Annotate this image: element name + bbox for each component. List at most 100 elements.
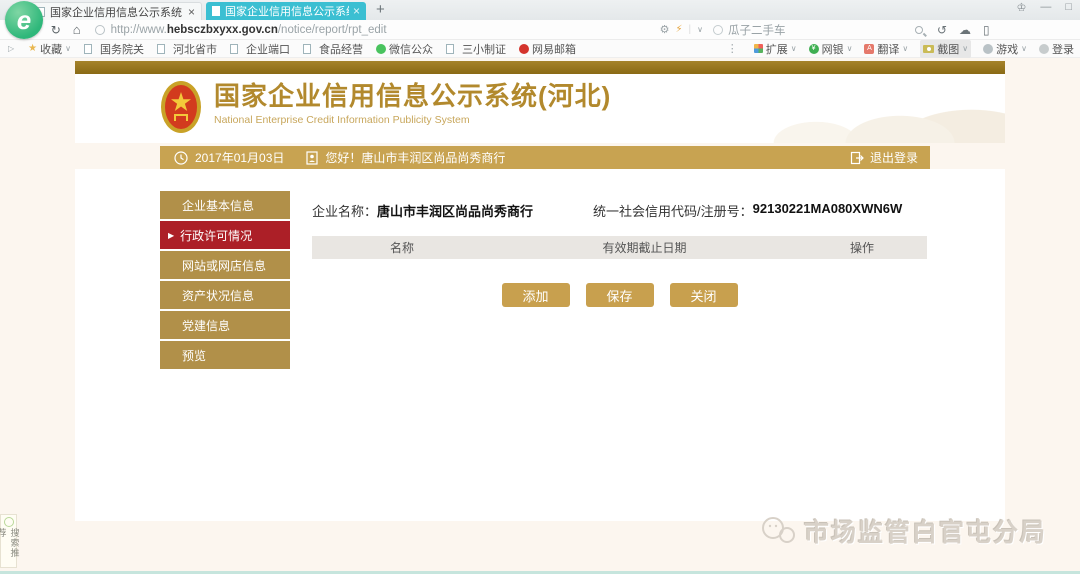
page-icon xyxy=(212,6,220,16)
site-title: 国家企业信用信息公示系统(河北) xyxy=(214,80,611,112)
tab-title: 国家企业信用信息公示系统 xyxy=(50,4,184,20)
url-domain: hebsczbxyxx.gov.cn xyxy=(167,24,278,36)
url-path: /notice/report/rpt_edit xyxy=(278,24,387,36)
tool-label: 截图 xyxy=(937,41,959,57)
widget-icon xyxy=(4,517,14,527)
bookmark-item-wechat[interactable]: 微信公众 xyxy=(376,41,433,57)
bookmarks-bar: ▷ ★ 收藏 ∨ 国务院关 河北省市 企业端口 食品经营 微信公众 三小制证 xyxy=(0,40,1080,58)
feedback-icon[interactable]: ♔ xyxy=(1016,1,1026,14)
browser-tab-inactive[interactable]: 国家企业信用信息公示系统 × xyxy=(30,2,202,20)
search-suggest-widget[interactable]: 搜索推荐 xyxy=(0,514,17,568)
wechat-icon xyxy=(376,44,386,54)
add-button[interactable]: 添加 xyxy=(502,283,570,307)
company-name-value: 唐山市丰润区尚品尚秀商行 xyxy=(377,201,533,220)
user-greeting: 您好！唐山市丰润区尚品尚秀商行 xyxy=(325,149,505,166)
new-tab-button[interactable]: + xyxy=(376,1,385,18)
search-input[interactable]: 瓜子二手车 xyxy=(728,22,786,38)
logout-button[interactable]: 退出登录 xyxy=(850,149,918,166)
sidebar-item-website-info[interactable]: 网站或网店信息 xyxy=(160,251,290,279)
bookmark-item-mail[interactable]: 网易邮箱 xyxy=(519,41,576,57)
page-header: 国家企业信用信息公示系统(河北) National Enterprise Cre… xyxy=(75,74,1005,143)
site-brand: 国家企业信用信息公示系统(河北) National Enterprise Cre… xyxy=(160,80,611,136)
wechat-watermark-icon xyxy=(760,516,798,546)
bookmark-item[interactable]: 国务院关 xyxy=(84,41,144,57)
page-top-bar xyxy=(75,61,1005,74)
chevron-down-icon: ∨ xyxy=(902,44,908,53)
url-protocol: http://www. xyxy=(111,24,167,36)
home-button[interactable]: ⌂ xyxy=(73,23,81,36)
brand-text: 国家企业信用信息公示系统(河北) National Enterprise Cre… xyxy=(214,80,611,126)
exit-icon xyxy=(850,151,864,165)
bookmark-item[interactable]: 三小制证 xyxy=(446,41,506,57)
page-icon xyxy=(84,44,92,54)
address-bar[interactable]: http://www. hebsczbxyxx.gov.cn /notice/r… xyxy=(95,24,590,36)
column-header-expiry: 有效期截止日期 xyxy=(492,239,797,256)
sidebar-item-party-info[interactable]: 党建信息 xyxy=(160,311,290,339)
favorites-label: 收藏 xyxy=(40,41,62,57)
site-subtitle: National Enterprise Credit Information P… xyxy=(214,114,611,126)
page-icon xyxy=(230,44,238,54)
screenshot-button[interactable]: 截图 ∨ xyxy=(920,40,971,58)
mobile-icon[interactable]: ▯ xyxy=(983,23,990,37)
extensions-button[interactable]: 扩展 ∨ xyxy=(754,41,797,57)
sidebar-item-label: 党建信息 xyxy=(182,317,230,334)
chevron-down-icon: ∨ xyxy=(791,44,797,53)
search-icon[interactable] xyxy=(915,26,923,34)
sidebar-item-asset-info[interactable]: 资产状况信息 xyxy=(160,281,290,309)
browser-toolbar-right: ⋮ 扩展 ∨ ¥ 网银 ∨ A 翻译 ∨ 截图 ∨ xyxy=(727,40,1074,58)
games-icon xyxy=(983,44,993,54)
company-info-row: 企业名称： 唐山市丰润区尚品尚秀商行 统一社会信用代码/注册号： 9213022… xyxy=(312,201,1005,220)
tool-label: 翻译 xyxy=(877,41,899,57)
more-dots-icon[interactable]: ⋮ xyxy=(727,42,738,55)
search-engine-icon xyxy=(713,25,723,35)
translate-button[interactable]: A 翻译 ∨ xyxy=(864,41,908,57)
maximize-button[interactable]: □ xyxy=(1065,1,1072,14)
page-icon xyxy=(303,44,311,54)
sidebar-item-basic-info[interactable]: 企业基本信息 xyxy=(160,191,290,219)
browser-tab-active[interactable]: 国家企业信用信息公示系统 × xyxy=(206,2,366,20)
chevron-down-icon: ∨ xyxy=(65,44,71,53)
gear-icon[interactable]: ⚙ xyxy=(660,23,670,36)
browser-logo-icon[interactable]: e xyxy=(5,1,43,39)
close-icon[interactable]: × xyxy=(188,5,195,19)
speed-mode-icon[interactable]: ⚡ xyxy=(675,24,682,35)
sidebar-item-admin-license[interactable]: ▶ 行政许可情况 xyxy=(160,221,290,249)
browser-actions: ↺ ☁ ▯ xyxy=(937,23,990,37)
bookmark-item[interactable]: 河北省市 xyxy=(157,41,217,57)
bookmark-item[interactable]: 食品经营 xyxy=(303,41,363,57)
bank-button[interactable]: ¥ 网银 ∨ xyxy=(809,41,853,57)
sidebar-item-label: 资产状况信息 xyxy=(182,287,254,304)
minimize-button[interactable]: — xyxy=(1040,1,1051,14)
widget-label: 搜索推荐 xyxy=(0,528,22,567)
expand-icon[interactable]: ▷ xyxy=(8,44,14,53)
page-viewport: 国家企业信用信息公示系统(河北) National Enterprise Cre… xyxy=(0,58,1080,571)
sidebar-item-label: 预览 xyxy=(182,347,206,364)
chevron-down-icon[interactable]: ∨ xyxy=(697,25,703,34)
bookmark-label: 企业端口 xyxy=(246,41,290,57)
bookmark-label: 微信公众 xyxy=(389,41,433,57)
action-buttons: 添加 保存 关闭 xyxy=(312,283,927,307)
divider: | xyxy=(689,24,692,35)
credit-code-value: 92130221MA080XWN6W xyxy=(753,201,903,220)
close-button[interactable]: 关闭 xyxy=(670,283,738,307)
star-icon: ★ xyxy=(28,43,37,54)
translate-icon: A xyxy=(864,44,874,54)
undo-close-icon[interactable]: ↺ xyxy=(937,23,947,37)
refresh-button[interactable]: ↻ xyxy=(51,24,61,36)
close-icon[interactable]: × xyxy=(353,4,360,18)
login-button[interactable]: 登录 xyxy=(1039,41,1074,57)
bookmark-label: 食品经营 xyxy=(319,41,363,57)
sidebar-item-label: 企业基本信息 xyxy=(182,197,254,214)
search-box[interactable]: 瓜子二手车 xyxy=(713,22,923,38)
games-button[interactable]: 游戏 ∨ xyxy=(983,41,1027,57)
logout-label: 退出登录 xyxy=(870,149,918,166)
bookmark-item[interactable]: 企业端口 xyxy=(230,41,290,57)
favorites-button[interactable]: ★ 收藏 ∨ xyxy=(28,41,71,57)
save-button[interactable]: 保存 xyxy=(586,283,654,307)
address-bar-tools: ⚙ ⚡ | ∨ xyxy=(660,23,703,36)
extensions-grid-icon xyxy=(754,44,763,53)
chevron-down-icon: ∨ xyxy=(847,44,853,53)
cloud-sync-icon[interactable]: ☁ xyxy=(959,23,971,37)
user-badge-icon xyxy=(306,151,318,165)
sidebar-item-preview[interactable]: 预览 xyxy=(160,341,290,369)
